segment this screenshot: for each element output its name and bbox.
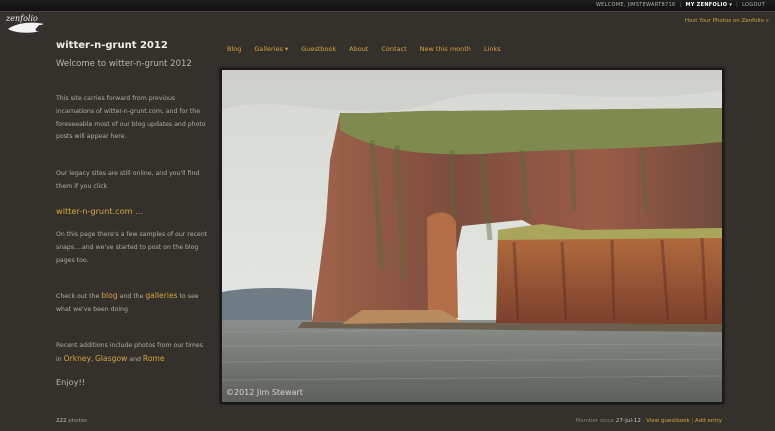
samples-paragraph: On this page there's a few samples of ou… [56, 231, 208, 264]
separator: | [679, 2, 682, 8]
my-zenfolio-menu[interactable]: MY ZENFOLIO ▾ [685, 2, 732, 8]
member-since-date: 27-Jul-12 [615, 418, 641, 424]
nav-links[interactable]: Links [484, 45, 501, 53]
orkney-link[interactable]: Orkney [64, 354, 91, 363]
nav-new-this-month[interactable]: New this month [420, 45, 471, 53]
view-guestbook-link[interactable]: View guestbook [646, 418, 690, 424]
zenfolio-logo[interactable]: zenfolio [6, 14, 50, 34]
legacy-site-link[interactable]: witter-n-grunt.com ... [56, 206, 143, 216]
add-entry-link[interactable]: Add entry [695, 418, 722, 424]
legacy-paragraph: Our legacy sites are still online, and y… [56, 170, 200, 190]
photo-copyright: ©2012 Jim Stewart [226, 388, 303, 397]
glasgow-link[interactable]: Glasgow [95, 354, 127, 363]
rome-link[interactable]: Rome [143, 354, 165, 363]
blog-link[interactable]: blog [101, 291, 117, 300]
main-nav: Blog Galleries ▾ Guestbook About Contact… [227, 45, 514, 53]
enjoy-text: Enjoy!! [56, 377, 86, 387]
nav-guestbook[interactable]: Guestbook [301, 45, 336, 53]
chevron-down-icon: ▾ [729, 2, 733, 8]
top-bar: WELCOME, JIMSTEWART8716 | MY ZENFOLIO ▾ | LO… [0, 0, 775, 12]
account-bar: WELCOME, JIMSTEWART8716 | MY ZENFOLIO ▾ | LO… [596, 2, 765, 8]
nav-blog[interactable]: Blog [227, 45, 241, 53]
photo-count: 222 photos [56, 418, 87, 424]
footer-links: Member since 27-Jul-12 View guestbook | … [575, 418, 723, 424]
separator: | [736, 2, 739, 8]
logo-swoosh-icon [8, 22, 44, 33]
check-out-paragraph: Check out the blog and the galleries to … [56, 291, 199, 313]
site-title: witter-n-grunt 2012 [56, 40, 168, 51]
photo-count-number: 222 [56, 418, 67, 424]
welcome-user-text: WELCOME, JIMSTEWART8716 [595, 2, 676, 8]
nav-galleries[interactable]: Galleries ▾ [254, 45, 288, 53]
host-photos-link[interactable]: Host Your Photos on Zenfolio » [685, 18, 769, 24]
cliff-landscape-image [222, 70, 722, 402]
welcome-heading: Welcome to witter-n-grunt 2012 [56, 59, 192, 69]
featured-photo[interactable] [220, 68, 724, 404]
nav-about[interactable]: About [349, 45, 368, 53]
galleries-link[interactable]: galleries [145, 291, 177, 300]
nav-contact[interactable]: Contact [381, 45, 406, 53]
sidebar: Welcome to witter-n-grunt 2012 This site… [56, 59, 207, 387]
recent-additions-paragraph: Recent additions include photos from our… [56, 342, 203, 363]
intro-paragraph: This site carries forward from previous … [56, 95, 206, 141]
logout-link[interactable]: LOGOUT [742, 2, 765, 8]
